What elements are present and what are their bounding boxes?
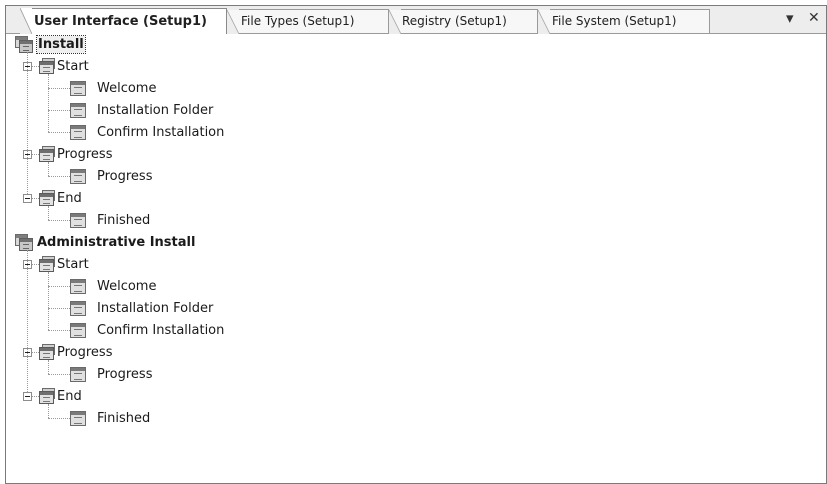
- dialog-node[interactable]: Progress: [97, 366, 152, 383]
- sequence-node[interactable]: Progress: [57, 146, 112, 163]
- tab-file-system[interactable]: File System (Setup1): [538, 9, 710, 34]
- tree-connector: [27, 52, 28, 194]
- tree-connector: [48, 330, 70, 331]
- dialog-node[interactable]: Confirm Installation: [97, 322, 224, 339]
- tree-connector: [48, 360, 49, 374]
- tree-root-node[interactable]: Administrative Install: [37, 234, 195, 251]
- tree-connector: [48, 220, 70, 221]
- dialog-icon: [70, 411, 86, 426]
- dialog-icon: [70, 279, 86, 294]
- sequence-icon: [39, 190, 55, 206]
- dialog-icon: [70, 323, 86, 338]
- sequence-node[interactable]: Progress: [57, 344, 112, 361]
- tree-connector: [32, 264, 39, 265]
- dialog-icon: [70, 125, 86, 140]
- sequence-icon: [39, 146, 55, 162]
- tree-connector: [32, 396, 39, 397]
- tree-connector: [32, 198, 39, 199]
- collapse-icon[interactable]: [23, 194, 32, 203]
- dialog-icon: [70, 301, 86, 316]
- tree-root-node[interactable]: Install: [36, 35, 86, 54]
- dialog-icon: [70, 213, 86, 228]
- tree-connector: [32, 352, 39, 353]
- sequence-node[interactable]: Start: [57, 58, 89, 75]
- dialog-icon: [70, 81, 86, 96]
- tree-connector: [48, 272, 49, 330]
- dialog-icon: [70, 367, 86, 382]
- ui-tree-view: Install Start Welcome Installation Folder Co…: [6, 34, 826, 483]
- sequence-icon: [39, 256, 55, 272]
- designer-window: User Interface (Setup1) File Types (Setu…: [5, 5, 827, 484]
- tab-user-interface[interactable]: User Interface (Setup1): [20, 8, 227, 34]
- tree-connector: [48, 88, 70, 89]
- dialog-icon: [70, 169, 86, 184]
- tree-connector: [48, 206, 49, 220]
- sequence-node[interactable]: End: [57, 190, 82, 207]
- tree-connector: [48, 110, 70, 111]
- tree-connector: [48, 286, 70, 287]
- dialog-node[interactable]: Welcome: [97, 278, 156, 295]
- window-position-icon[interactable]: ▾: [786, 9, 794, 27]
- tree-connector: [48, 176, 70, 177]
- tree-connector: [48, 418, 70, 419]
- install-root-icon: [15, 36, 33, 53]
- dialog-node[interactable]: Finished: [97, 212, 150, 229]
- tree-connector: [48, 162, 49, 176]
- dialog-node[interactable]: Installation Folder: [97, 102, 213, 119]
- sequence-icon: [39, 344, 55, 360]
- sequence-node[interactable]: Start: [57, 256, 89, 273]
- close-icon[interactable]: ✕: [808, 10, 820, 26]
- tab-registry[interactable]: Registry (Setup1): [389, 9, 538, 34]
- tree-connector: [32, 66, 39, 67]
- tree-connector: [48, 132, 70, 133]
- tree-connector: [48, 74, 49, 132]
- dialog-icon: [70, 103, 86, 118]
- dialog-node[interactable]: Installation Folder: [97, 300, 213, 317]
- tab-file-types[interactable]: File Types (Setup1): [227, 9, 389, 34]
- dialog-node[interactable]: Confirm Installation: [97, 124, 224, 141]
- tree-connector: [48, 374, 70, 375]
- sequence-icon: [39, 388, 55, 404]
- sequence-node[interactable]: End: [57, 388, 82, 405]
- install-root-icon: [15, 234, 33, 251]
- dialog-node[interactable]: Finished: [97, 410, 150, 427]
- sequence-icon: [39, 58, 55, 74]
- tree-connector: [32, 154, 39, 155]
- tree-connector: [48, 308, 70, 309]
- tree-connector: [27, 250, 28, 392]
- tab-strip: User Interface (Setup1) File Types (Setu…: [6, 6, 826, 34]
- collapse-icon[interactable]: [23, 392, 32, 401]
- tree-connector: [48, 404, 49, 418]
- dialog-node[interactable]: Welcome: [97, 80, 156, 97]
- dialog-node[interactable]: Progress: [97, 168, 152, 185]
